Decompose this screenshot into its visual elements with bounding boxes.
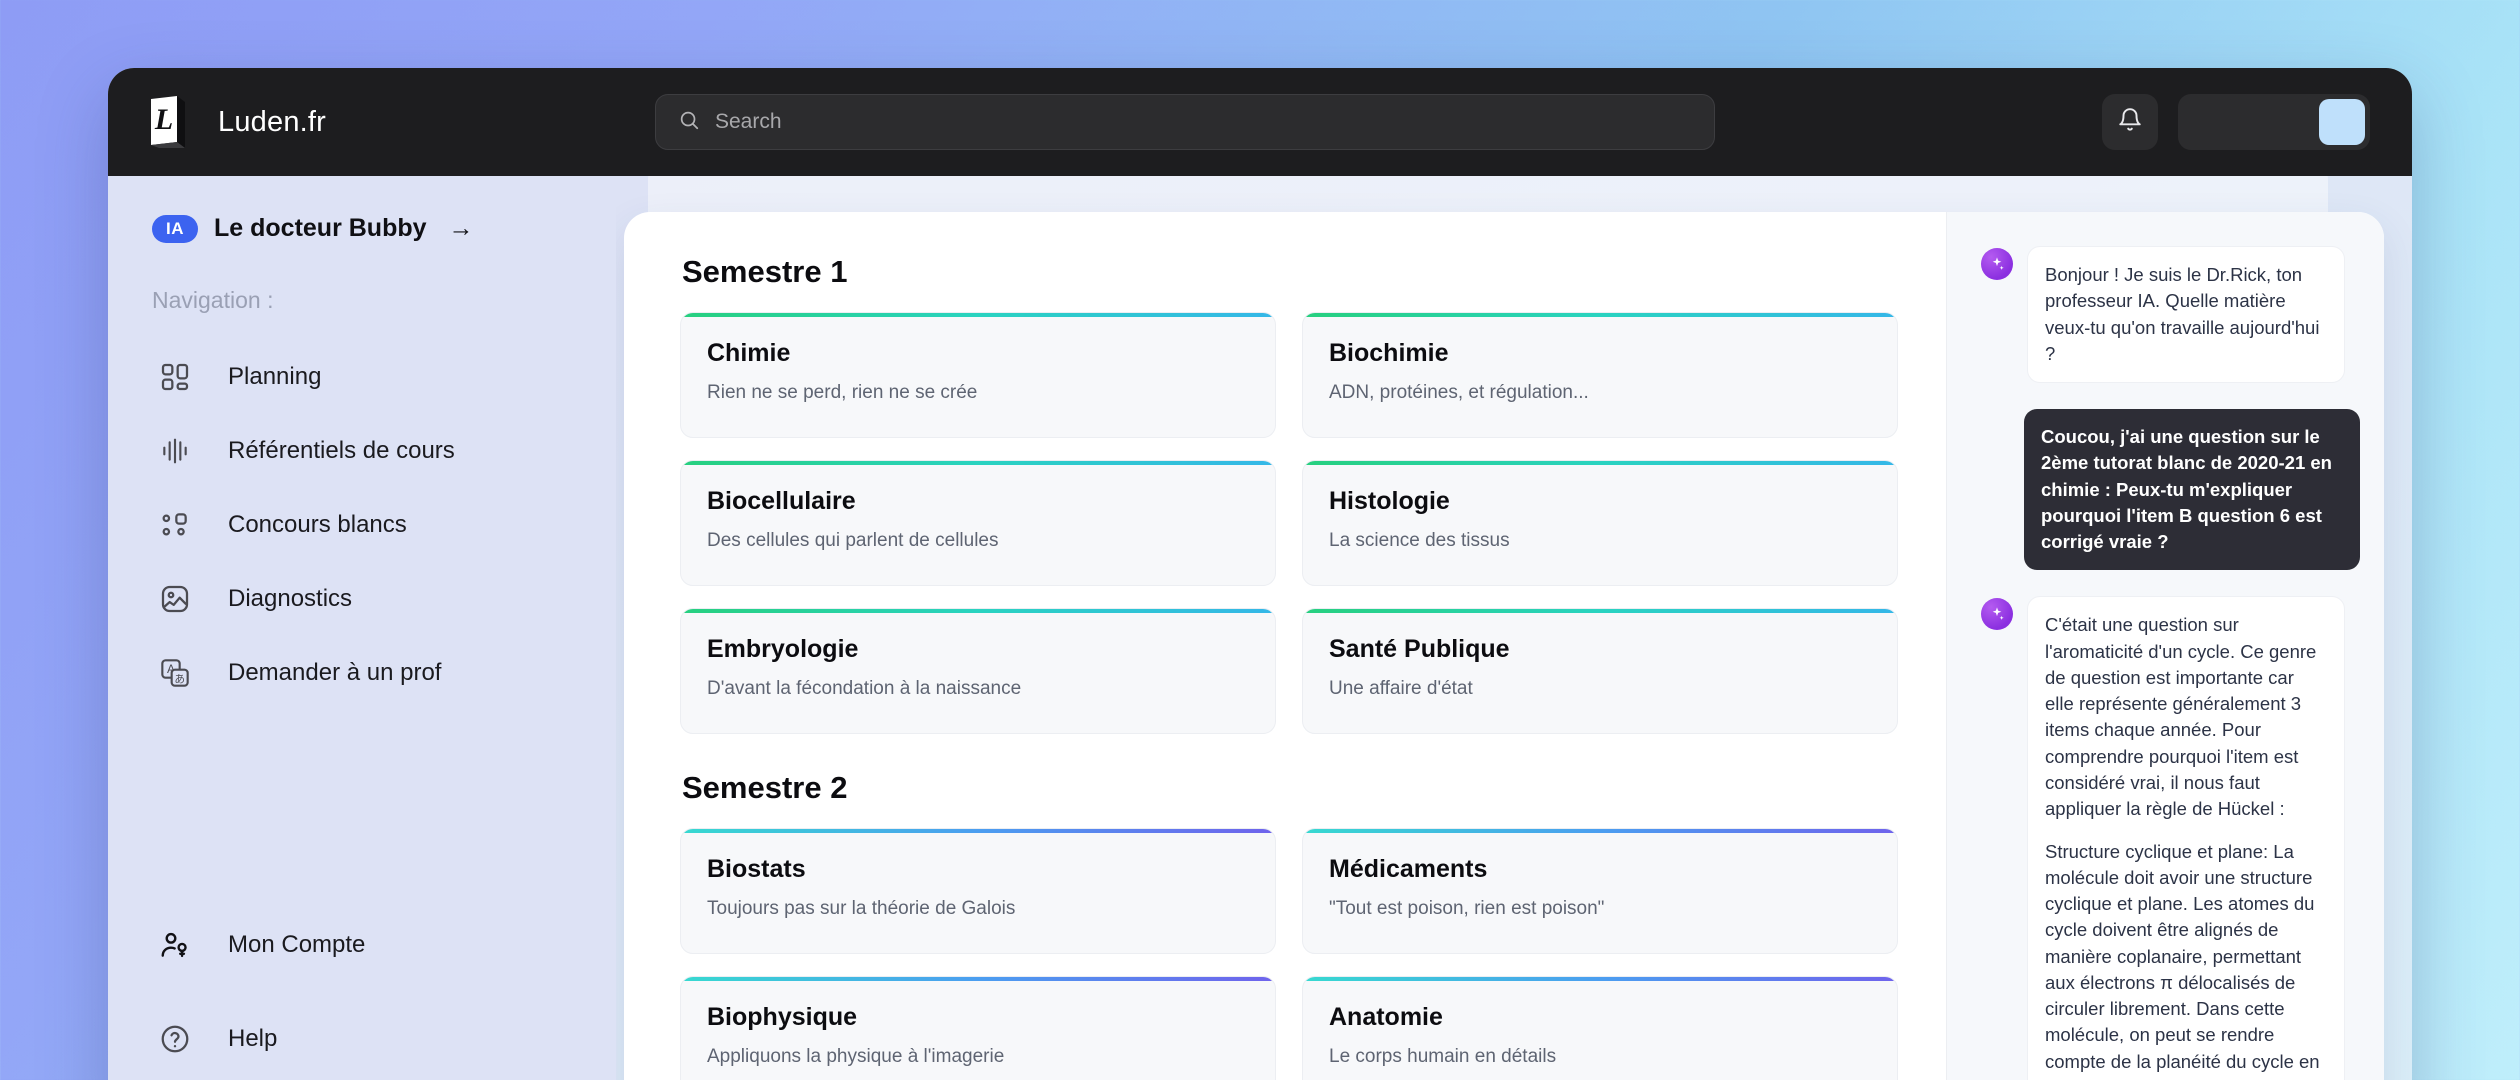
- course-description: Toujours pas sur la théorie de Galois: [707, 898, 1249, 920]
- course-card[interactable]: Biochimie ADN, protéines, et régulation.…: [1302, 312, 1898, 438]
- brand[interactable]: L Luden.fr: [140, 92, 640, 152]
- semester-1-grid: Chimie Rien ne se perd, rien ne se crée …: [680, 312, 1898, 734]
- course-description: ADN, protéines, et régulation...: [1329, 382, 1871, 404]
- course-name: Biophysique: [707, 1003, 1249, 1032]
- chat-bubble: C'était une question sur l'aromaticité d…: [2027, 596, 2345, 1080]
- course-card[interactable]: Santé Publique Une affaire d'état: [1302, 608, 1898, 734]
- navigation-label: Navigation :: [108, 287, 616, 314]
- app-window: L Luden.fr: [108, 68, 2412, 1080]
- course-description: "Tout est poison, rien est poison": [1329, 898, 1871, 920]
- course-name: Médicaments: [1329, 855, 1871, 884]
- course-description: La science des tissus: [1329, 530, 1871, 552]
- course-card[interactable]: Biophysique Appliquons la physique à l'i…: [680, 976, 1276, 1080]
- svg-text:あ: あ: [174, 673, 185, 685]
- chat-bubble: Bonjour ! Je suis le Dr.Rick, ton profes…: [2027, 246, 2345, 383]
- course-description: Rien ne se perd, rien ne se crée: [707, 382, 1249, 404]
- sidebar-item-label: Demander à un prof: [228, 659, 441, 687]
- book-logo-icon: L: [140, 92, 196, 152]
- course-description: Des cellules qui parlent de cellules: [707, 530, 1249, 552]
- content-card: Semestre 1 Chimie Rien ne se perd, rien …: [624, 212, 2384, 1080]
- semester-2-grid: Biostats Toujours pas sur la théorie de …: [680, 828, 1898, 1080]
- bell-icon: [2117, 107, 2143, 138]
- course-card[interactable]: Biostats Toujours pas sur la théorie de …: [680, 828, 1276, 954]
- course-name: Biochimie: [1329, 339, 1871, 368]
- sidebar-item-label: Help: [228, 1025, 277, 1053]
- sidebar-item-planning[interactable]: Planning: [108, 340, 616, 414]
- sparkle-icon: [1981, 598, 2013, 630]
- course-card[interactable]: Anatomie Le corps humain en détails: [1302, 976, 1898, 1080]
- course-card[interactable]: Médicaments "Tout est poison, rien est p…: [1302, 828, 1898, 954]
- question-circle-icon: [156, 1020, 194, 1058]
- chat-panel: Bonjour ! Je suis le Dr.Rick, ton profes…: [1946, 212, 2384, 1080]
- courses-column: Semestre 1 Chimie Rien ne se perd, rien …: [624, 212, 1946, 1080]
- course-description: Une affaire d'état: [1329, 678, 1871, 700]
- user-account-icon: [156, 926, 194, 964]
- svg-text:L: L: [154, 103, 173, 136]
- search-wrap: [640, 94, 1730, 150]
- search-icon: [678, 109, 700, 136]
- sidebar-item-concours-blancs[interactable]: Concours blancs: [108, 488, 616, 562]
- search-box[interactable]: [655, 94, 1715, 150]
- course-name: Biostats: [707, 855, 1249, 884]
- course-card[interactable]: Embryologie D'avant la fécondation à la …: [680, 608, 1276, 734]
- course-name: Biocellulaire: [707, 487, 1249, 516]
- semester-title: Semestre 1: [682, 254, 1898, 290]
- sidebar-item-diagnostics[interactable]: Diagnostics: [108, 562, 616, 636]
- translate-icon: A あ: [156, 654, 194, 692]
- arrow-right-icon: →: [449, 214, 474, 243]
- sidebar-item-label: Concours blancs: [228, 511, 407, 539]
- topbar-right: [2102, 94, 2370, 150]
- chat-message-user: Coucou, j'ai une question sur le 2ème tu…: [1981, 409, 2360, 570]
- sidebar-item-mon-compte[interactable]: Mon Compte: [108, 898, 616, 992]
- avatar: [2319, 99, 2365, 145]
- chat-paragraph: Structure cyclique et plane: La molécule…: [2045, 839, 2327, 1080]
- top-bar: L Luden.fr: [108, 68, 2412, 176]
- navigation-list: Planning Référentiels de cours: [108, 340, 616, 710]
- sidebar-item-label: Mon Compte: [228, 931, 365, 959]
- ia-badge: IA: [152, 215, 198, 243]
- waveform-icon: [156, 432, 194, 470]
- dots-square-icon: [156, 506, 194, 544]
- chat-message-bot: Bonjour ! Je suis le Dr.Rick, ton profes…: [1981, 246, 2360, 383]
- sparkle-icon: [1981, 248, 2013, 280]
- sidebar-item-label: Référentiels de cours: [228, 437, 455, 465]
- ai-assistant-name: Le docteur Bubby: [214, 214, 427, 243]
- main-area: Semestre 1 Chimie Rien ne se perd, rien …: [616, 176, 2412, 1080]
- sidebar-item-label: Planning: [228, 363, 321, 391]
- course-description: D'avant la fécondation à la naissance: [707, 678, 1249, 700]
- ai-assistant-link[interactable]: IA Le docteur Bubby →: [108, 214, 616, 243]
- course-card[interactable]: Biocellulaire Des cellules qui parlent d…: [680, 460, 1276, 586]
- brand-name: Luden.fr: [218, 106, 326, 139]
- course-card[interactable]: Histologie La science des tissus: [1302, 460, 1898, 586]
- course-name: Histologie: [1329, 487, 1871, 516]
- account-button[interactable]: [2178, 94, 2370, 150]
- sidebar-item-referentiels-de-cours[interactable]: Référentiels de cours: [108, 414, 616, 488]
- sidebar-item-label: Diagnostics: [228, 585, 352, 613]
- course-name: Embryologie: [707, 635, 1249, 664]
- course-name: Chimie: [707, 339, 1249, 368]
- notifications-button[interactable]: [2102, 94, 2158, 150]
- course-name: Anatomie: [1329, 1003, 1871, 1032]
- grid-dashboard-icon: [156, 358, 194, 396]
- image-chart-icon: [156, 580, 194, 618]
- semester-title: Semestre 2: [682, 770, 1898, 806]
- chat-paragraph: C'était une question sur l'aromaticité d…: [2045, 612, 2327, 822]
- sidebar-item-help[interactable]: Help: [108, 992, 616, 1080]
- app-body: IA Le docteur Bubby → Navigation :: [108, 176, 2412, 1080]
- course-card[interactable]: Chimie Rien ne se perd, rien ne se crée: [680, 312, 1276, 438]
- sidebar-bottom-list: Mon Compte Help: [108, 898, 616, 1080]
- search-input[interactable]: [715, 110, 1692, 134]
- sidebar: IA Le docteur Bubby → Navigation :: [108, 176, 616, 1080]
- course-description: Appliquons la physique à l'imagerie: [707, 1046, 1249, 1068]
- course-name: Santé Publique: [1329, 635, 1871, 664]
- course-description: Le corps humain en détails: [1329, 1046, 1871, 1068]
- chat-message-bot: C'était une question sur l'aromaticité d…: [1981, 596, 2360, 1080]
- chat-bubble: Coucou, j'ai une question sur le 2ème tu…: [2024, 409, 2360, 570]
- sidebar-item-demander-a-un-prof[interactable]: A あ Demander à un prof: [108, 636, 616, 710]
